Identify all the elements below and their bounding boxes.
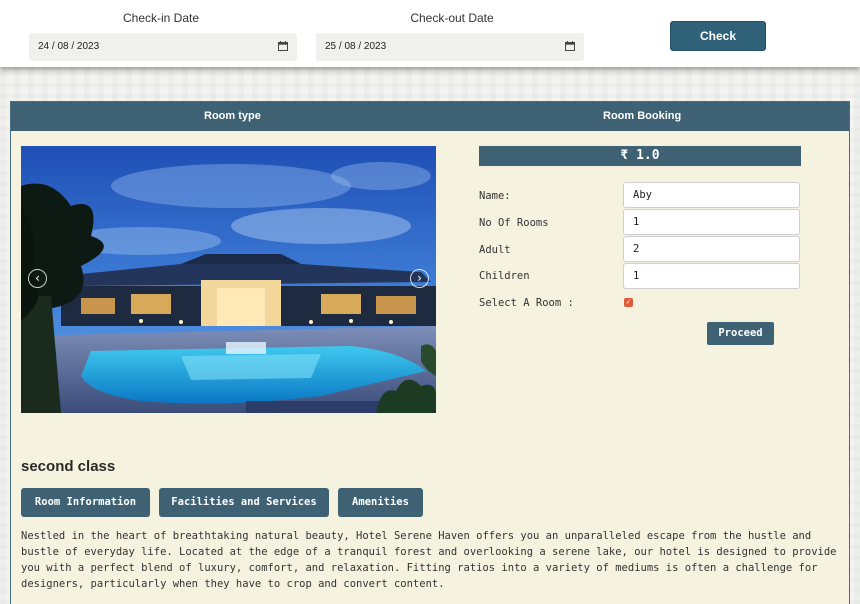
checkout-label: Check-out Date: [410, 11, 494, 25]
checkin-date-value: 24 / 08 / 2023: [38, 41, 100, 52]
adult-field[interactable]: 2: [623, 236, 800, 262]
rooms-field[interactable]: 1: [623, 209, 800, 235]
name-field[interactable]: Aby: [623, 182, 800, 208]
checkout-date-input[interactable]: 25 / 08 / 2023: [316, 33, 584, 61]
price-display: ₹ 1.0: [479, 146, 801, 166]
checkin-date-input[interactable]: 24 / 08 / 2023: [29, 33, 297, 61]
select-room-label: Select A Room :: [479, 297, 574, 309]
date-search-bar: Check-in Date 24 / 08 / 2023 Check-out D…: [0, 0, 860, 67]
chevron-right-icon[interactable]: ›: [410, 269, 429, 288]
room-type-heading: Room type: [204, 110, 261, 122]
rooms-label: No Of Rooms: [479, 217, 549, 229]
room-booking-panel: Room type Room Booking ‹ › ₹ 1.0 Name: A…: [10, 101, 850, 604]
room-description: Nestled in the heart of breathtaking nat…: [21, 530, 837, 590]
tab-room-information[interactable]: Room Information: [21, 488, 150, 517]
chevron-left-icon[interactable]: ‹: [28, 269, 47, 288]
adult-label: Adult: [479, 244, 511, 256]
select-room-checkbox[interactable]: ✓: [624, 298, 633, 307]
tab-facilities-and-services[interactable]: Facilities and Services: [159, 488, 329, 517]
children-field[interactable]: 1: [623, 263, 800, 289]
proceed-button[interactable]: Proceed: [707, 322, 774, 345]
children-label: Children: [479, 270, 530, 282]
calendar-icon[interactable]: [278, 41, 288, 51]
tab-amenities[interactable]: Amenities: [338, 488, 423, 517]
room-booking-heading: Room Booking: [603, 110, 682, 122]
checkin-label: Check-in Date: [122, 11, 200, 25]
panel-header: Room type Room Booking: [11, 102, 849, 131]
calendar-icon[interactable]: [565, 41, 575, 51]
checkout-date-value: 25 / 08 / 2023: [325, 41, 387, 52]
room-class-title: second class: [21, 458, 116, 475]
check-button[interactable]: Check: [670, 21, 766, 51]
room-photo-carousel[interactable]: ‹ ›: [21, 146, 436, 413]
hotel-pool-photo: [21, 146, 436, 413]
name-label: Name:: [479, 190, 511, 202]
